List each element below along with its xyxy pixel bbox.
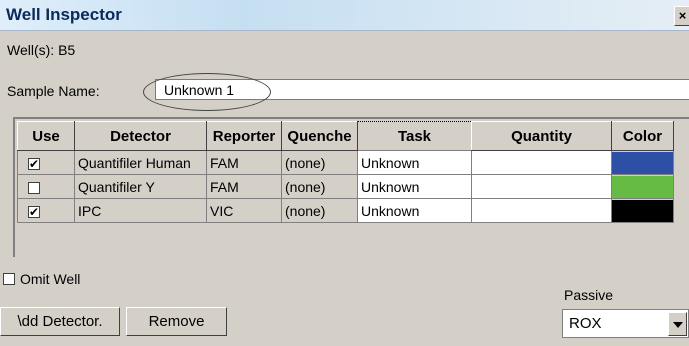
use-cell[interactable]: ✔ (17, 150, 75, 175)
use-checkbox[interactable]: ✔ (28, 205, 40, 218)
quencher-cell: (none) (281, 174, 358, 199)
omit-well-checkbox[interactable] (3, 273, 15, 285)
wells-label: Well(s): B5 (7, 42, 76, 58)
detector-cell: Quantifiler Y (74, 174, 207, 199)
omit-well-option[interactable]: Omit Well (3, 271, 80, 287)
passive-label: Passive (564, 287, 614, 303)
detector-table: Use Detector Reporter Quenche Task Quant… (17, 121, 674, 223)
color-swatch (612, 199, 673, 222)
reporter-cell: FAM (206, 150, 282, 175)
column-header-quantity[interactable]: Quantity (471, 121, 612, 151)
remove-button[interactable]: Remove (126, 307, 227, 336)
detector-cell: Quantifiler Human (74, 150, 207, 175)
sample-name-label: Sample Name: (7, 83, 100, 99)
sample-name-input[interactable]: Unknown 1 (155, 79, 689, 100)
passive-dropdown[interactable]: ROX (562, 309, 689, 338)
omit-well-label: Omit Well (20, 271, 81, 287)
column-header-reporter[interactable]: Reporter (206, 121, 282, 151)
detector-grid: Use Detector Reporter Quenche Task Quant… (13, 117, 689, 257)
color-cell[interactable] (611, 174, 674, 199)
column-header-color[interactable]: Color (611, 121, 674, 151)
column-header-detector[interactable]: Detector (74, 121, 207, 151)
chevron-down-icon[interactable] (668, 312, 687, 336)
use-cell[interactable] (17, 174, 75, 199)
task-cell[interactable]: Unknown (357, 174, 472, 199)
quantity-cell[interactable] (471, 198, 612, 223)
quantity-cell[interactable] (471, 150, 612, 175)
use-cell[interactable]: ✔ (17, 198, 75, 223)
quantity-cell[interactable] (471, 174, 612, 199)
color-cell[interactable] (611, 150, 674, 175)
task-cell[interactable]: Unknown (357, 198, 472, 223)
column-header-quencher[interactable]: Quenche (281, 121, 358, 151)
column-header-use[interactable]: Use (17, 121, 75, 151)
quencher-cell: (none) (281, 150, 358, 175)
task-cell[interactable]: Unknown (357, 150, 472, 175)
table-row: ✔ Quantifiler Human FAM (none) Unknown (17, 150, 674, 175)
color-cell[interactable] (611, 198, 674, 223)
close-button[interactable]: × (674, 6, 689, 26)
reporter-cell: VIC (206, 198, 282, 223)
use-checkbox[interactable] (28, 181, 40, 194)
detector-cell: IPC (74, 198, 207, 223)
use-checkbox[interactable]: ✔ (28, 157, 40, 170)
table-row: Quantifiler Y FAM (none) Unknown (17, 174, 674, 199)
column-header-task[interactable]: Task (357, 121, 472, 151)
add-detector-button[interactable]: \dd Detector. (0, 307, 120, 336)
table-row: ✔ IPC VIC (none) Unknown (17, 198, 674, 223)
title-bar: Well Inspector × (0, 0, 689, 31)
quencher-cell: (none) (281, 198, 358, 223)
window-title: Well Inspector (6, 5, 122, 24)
color-swatch (612, 151, 673, 174)
table-header-row: Use Detector Reporter Quenche Task Quant… (17, 121, 674, 151)
passive-dropdown-value: ROX (569, 315, 602, 332)
color-swatch (612, 175, 673, 198)
reporter-cell: FAM (206, 174, 282, 199)
